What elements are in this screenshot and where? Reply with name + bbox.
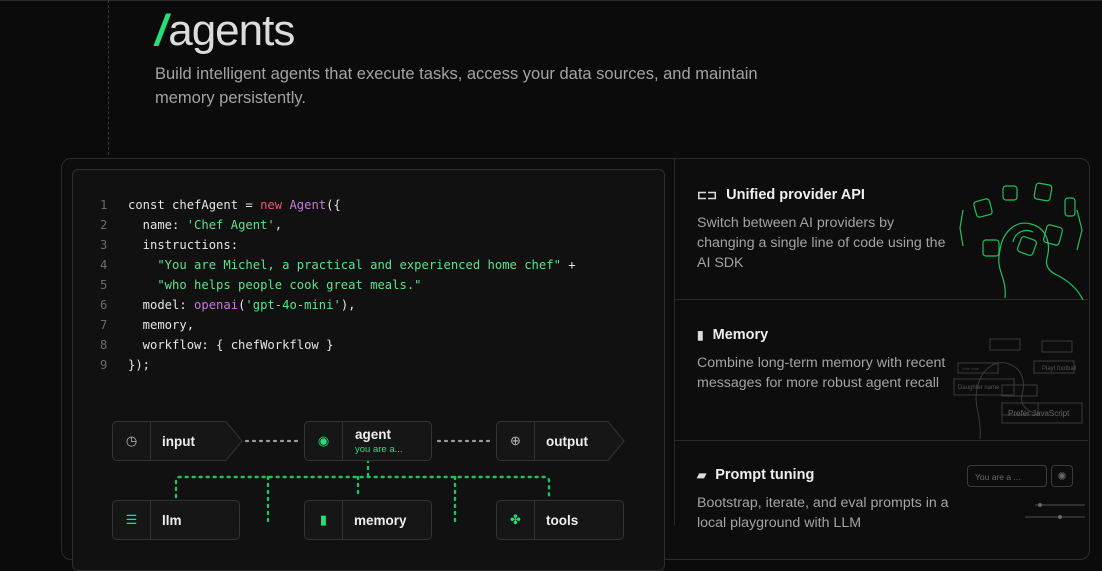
book-icon: ▮ — [305, 501, 343, 539]
sparkle-icon: ✺ — [1051, 465, 1073, 487]
globe-icon: ⊕ — [497, 422, 535, 460]
flow-node-output[interactable]: ⊕ output — [496, 421, 607, 461]
feature-description: Combine long-term memory with recent mes… — [697, 355, 946, 391]
agent-label: agent — [355, 427, 392, 442]
flow-node-memory[interactable]: ▮ memory — [304, 500, 432, 540]
book-icon: ▮ — [697, 328, 704, 342]
memory-chip-3: Prefer JavaScript — [1008, 409, 1070, 418]
flow-node-llm[interactable]: ☰ llm — [112, 500, 240, 540]
prompt-sliders — [1025, 503, 1085, 519]
stopwatch-icon: ◷ — [113, 422, 151, 460]
tools-icon: ✤ — [497, 501, 535, 539]
memory-chip-1: Playt football — [1042, 366, 1076, 372]
feature-description: Bootstrap, iterate, and eval prompts in … — [697, 495, 949, 531]
flow-node-tools[interactable]: ✤ tools — [496, 500, 624, 540]
flow-node-label: agent you are a... — [343, 427, 403, 455]
link-icon: ⊏⊐ — [697, 188, 718, 202]
flow-node-label: input — [162, 433, 195, 449]
agent-sublabel: you are a... — [355, 444, 403, 455]
user-circle-icon: ◉ — [305, 422, 343, 460]
list-icon: ☰ — [113, 501, 151, 539]
feature-description: Switch between AI providers by changing … — [697, 215, 946, 271]
output-arrow-shape — [605, 421, 625, 461]
flow-node-label: output — [546, 433, 588, 449]
feature-title: ▰ Prompt tuning — [697, 467, 815, 483]
feature-title: ▮ Memory — [697, 327, 769, 343]
flow-node-input[interactable]: ◷ input — [112, 421, 225, 461]
input-arrow-shape — [223, 421, 243, 461]
memory-illustration: Playt football Daughter name Prefer Java… — [953, 338, 1083, 440]
chat-bubble-icon: ▰ — [697, 468, 707, 482]
flow-node-label: llm — [162, 512, 182, 528]
feature-title: ⊏⊐ Unified provider API — [697, 187, 865, 203]
memory-chip-2: Daughter name — [958, 385, 1000, 391]
prompt-input-mock: You are a ... — [967, 465, 1047, 487]
flow-node-label: tools — [546, 512, 579, 528]
flow-node-label: memory — [354, 512, 407, 528]
flow-node-agent[interactable]: ◉ agent you are a... — [304, 421, 432, 461]
memory-chip-4: Vote data — [962, 366, 980, 371]
provider-illustration — [959, 182, 1084, 300]
